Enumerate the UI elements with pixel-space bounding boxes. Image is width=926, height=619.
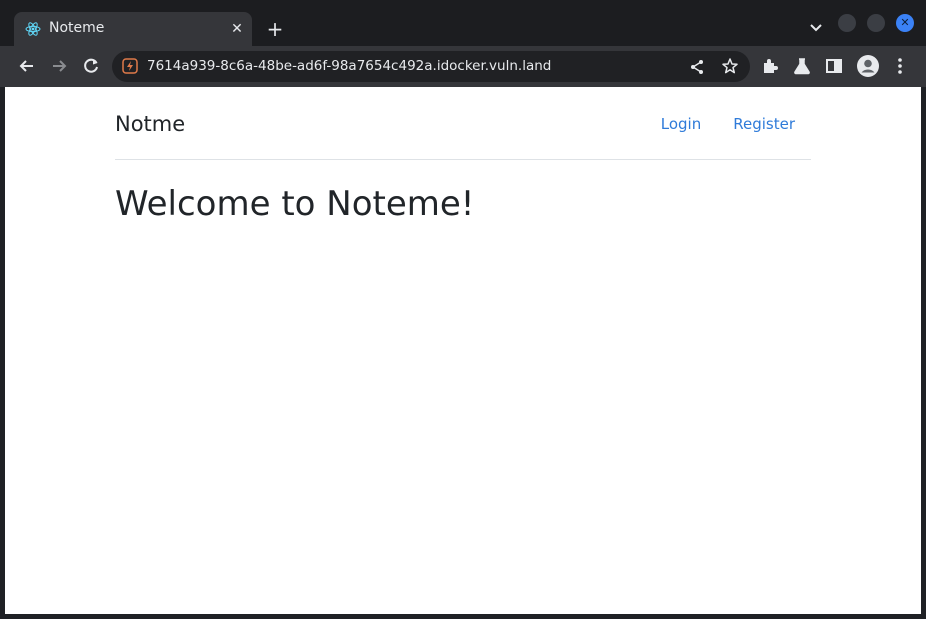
top-nav: Login Register — [661, 114, 795, 134]
tab-noteme[interactable]: Noteme ✕ — [14, 12, 252, 46]
browser-window: Noteme ✕ + 7614a939-8c6a-48be-ad6f-98a76 — [0, 0, 926, 619]
register-link[interactable]: Register — [733, 114, 795, 134]
profile-avatar-icon[interactable] — [856, 54, 880, 78]
page-viewport: Notme Login Register Welcome to Noteme! — [5, 87, 921, 614]
tab-title: Noteme — [49, 20, 105, 36]
browser-toolbar: 7614a939-8c6a-48be-ad6f-98a7654c492a.ido… — [0, 46, 926, 87]
side-panel-icon[interactable] — [823, 55, 845, 77]
reload-icon[interactable] — [80, 55, 102, 77]
minimize-icon[interactable] — [838, 14, 856, 32]
star-icon[interactable] — [721, 57, 739, 75]
page-title: Welcome to Noteme! — [115, 184, 475, 224]
maximize-icon[interactable] — [867, 14, 885, 32]
brand-logo-link[interactable]: Notme — [115, 111, 185, 137]
close-icon[interactable] — [896, 14, 914, 32]
header-divider — [115, 159, 811, 160]
lightning-badge-icon[interactable] — [122, 58, 138, 74]
url-text[interactable]: 7614a939-8c6a-48be-ad6f-98a7654c492a.ido… — [147, 58, 551, 75]
tab-close-icon[interactable]: ✕ — [228, 20, 246, 38]
tab-strip: Noteme ✕ + — [0, 0, 926, 46]
flask-icon[interactable] — [791, 55, 813, 77]
address-bar[interactable]: 7614a939-8c6a-48be-ad6f-98a7654c492a.ido… — [112, 51, 750, 82]
kebab-menu-icon[interactable] — [889, 55, 911, 77]
login-link[interactable]: Login — [661, 114, 701, 134]
back-arrow-icon[interactable] — [16, 55, 38, 77]
forward-arrow-icon[interactable] — [48, 55, 70, 77]
plus-icon[interactable]: + — [264, 18, 286, 40]
share-icon[interactable] — [688, 58, 706, 76]
chevron-down-icon[interactable] — [807, 18, 825, 36]
puzzle-icon[interactable] — [759, 55, 781, 77]
react-atom-icon — [25, 22, 41, 36]
